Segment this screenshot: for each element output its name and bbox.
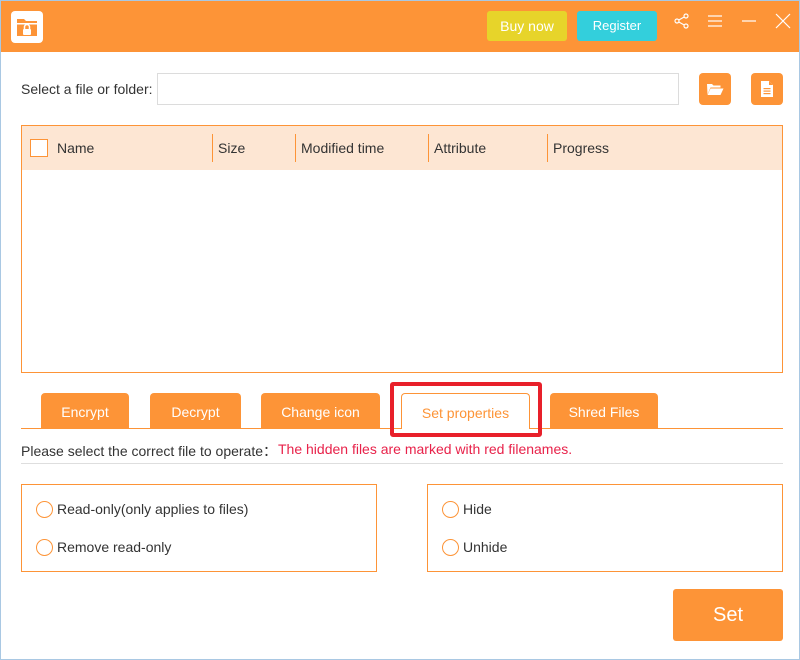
menu-icon[interactable] <box>705 11 727 33</box>
hidden-files-warning: The hidden files are marked with red fil… <box>278 441 573 457</box>
title-bar: Buy now Register <box>1 1 799 52</box>
tab-encrypt[interactable]: Encrypt <box>41 393 129 429</box>
tab-decrypt[interactable]: Decrypt <box>150 393 241 429</box>
radio-label: Read-only(only applies to files) <box>57 501 249 517</box>
minimize-icon[interactable] <box>739 11 761 33</box>
radio-unhide[interactable]: Unhide <box>442 537 507 557</box>
column-size[interactable]: Size <box>218 126 245 170</box>
readonly-options-group: Read-only(only applies to files) Remove … <box>21 484 377 572</box>
column-divider[interactable] <box>428 134 429 162</box>
radio-circle[interactable] <box>442 538 459 556</box>
column-divider[interactable] <box>295 134 296 162</box>
column-modified-time[interactable]: Modified time <box>301 126 384 170</box>
divider <box>21 463 783 464</box>
tab-shred-files[interactable]: Shred Files <box>550 393 658 429</box>
column-divider[interactable] <box>212 134 213 162</box>
tab-change-icon[interactable]: Change icon <box>261 393 380 429</box>
radio-circle[interactable] <box>36 500 53 518</box>
file-path-input[interactable] <box>157 73 679 105</box>
hidden-options-group: Hide Unhide <box>427 484 783 572</box>
folder-lock-icon <box>11 11 43 43</box>
radio-circle[interactable] <box>442 500 459 518</box>
register-button[interactable]: Register <box>577 11 657 41</box>
open-folder-button[interactable] <box>699 73 731 105</box>
folder-open-icon <box>707 84 724 95</box>
column-name[interactable]: Name <box>57 126 94 170</box>
radio-circle[interactable] <box>36 538 53 556</box>
share-icon[interactable] <box>671 11 693 33</box>
operation-hint: Please select the correct file to operat… <box>21 443 278 459</box>
file-table[interactable]: Name Size Modified time Attribute Progre… <box>21 125 783 373</box>
radio-remove-read-only[interactable]: Remove read-only <box>36 537 171 557</box>
close-icon[interactable] <box>773 11 795 33</box>
table-header: Name Size Modified time Attribute Progre… <box>22 126 782 170</box>
tab-set-properties[interactable]: Set properties <box>401 393 530 429</box>
set-button[interactable]: Set <box>673 589 783 641</box>
buy-now-button[interactable]: Buy now <box>487 11 567 41</box>
app-window: Buy now Register Select a file or folder… <box>0 0 800 660</box>
file-icon <box>761 81 773 97</box>
radio-label: Unhide <box>463 539 508 555</box>
column-progress[interactable]: Progress <box>553 126 609 170</box>
radio-label: Hide <box>463 501 492 517</box>
radio-hide[interactable]: Hide <box>442 499 492 519</box>
file-select-label: Select a file or folder: <box>21 81 153 97</box>
column-divider[interactable] <box>547 134 548 162</box>
open-file-button[interactable] <box>751 73 783 105</box>
column-attribute[interactable]: Attribute <box>434 126 486 170</box>
radio-label: Remove read-only <box>57 539 172 555</box>
radio-read-only[interactable]: Read-only(only applies to files) <box>36 499 248 519</box>
select-all-checkbox[interactable] <box>30 139 48 157</box>
